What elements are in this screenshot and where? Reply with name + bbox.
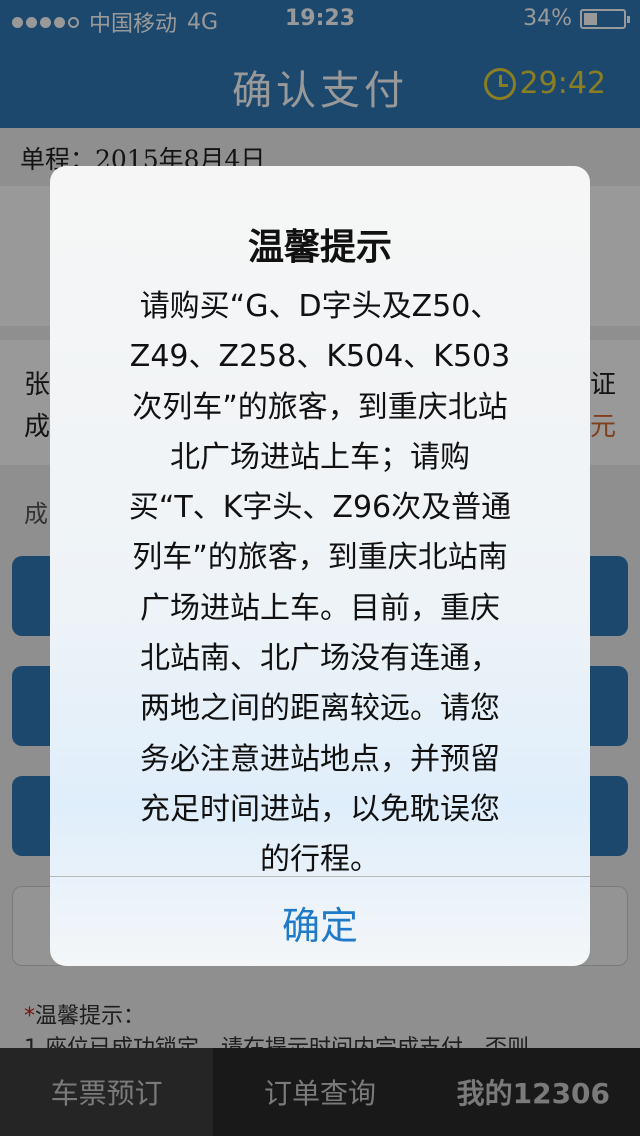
- dialog-message-line: Z49、Z258、K504、K503: [129, 339, 511, 375]
- alert-dialog: 温馨提示 请购买“G、D字头及Z50、 Z49、Z258、K504、K503 次…: [50, 166, 590, 966]
- dialog-title: 温馨提示: [247, 227, 392, 268]
- dialog-message-line: 务必注意进站地点，并预留: [140, 741, 500, 777]
- dialog-divider: [50, 876, 590, 877]
- dialog-message-line: 请购买“G、D字头及Z50、: [139, 289, 501, 324]
- dialog-message-line: 买“T、K字头、Z96次及普通: [128, 490, 512, 526]
- confirm-button[interactable]: 确定: [50, 878, 590, 966]
- dialog-message-line: 北广场进站上车；请购: [170, 439, 470, 475]
- dialog-message-line: 两地之间的距离较远。请您: [140, 691, 500, 727]
- dialog-message-line: 充足时间进站，以免耽误您: [140, 791, 500, 827]
- dialog-message-line: 广场进站上车。目前，重庆: [140, 590, 500, 626]
- dialog-message-line: 北站南、北广场没有连通，: [140, 641, 500, 677]
- dialog-message-line: 列车”的旅客，到重庆北站南: [132, 540, 508, 576]
- dialog-message-line: 次列车”的旅客，到重庆北站: [132, 389, 508, 425]
- dialog-message: 请购买“G、D字头及Z50、 Z49、Z258、K504、K503 次列车”的旅…: [86, 282, 554, 886]
